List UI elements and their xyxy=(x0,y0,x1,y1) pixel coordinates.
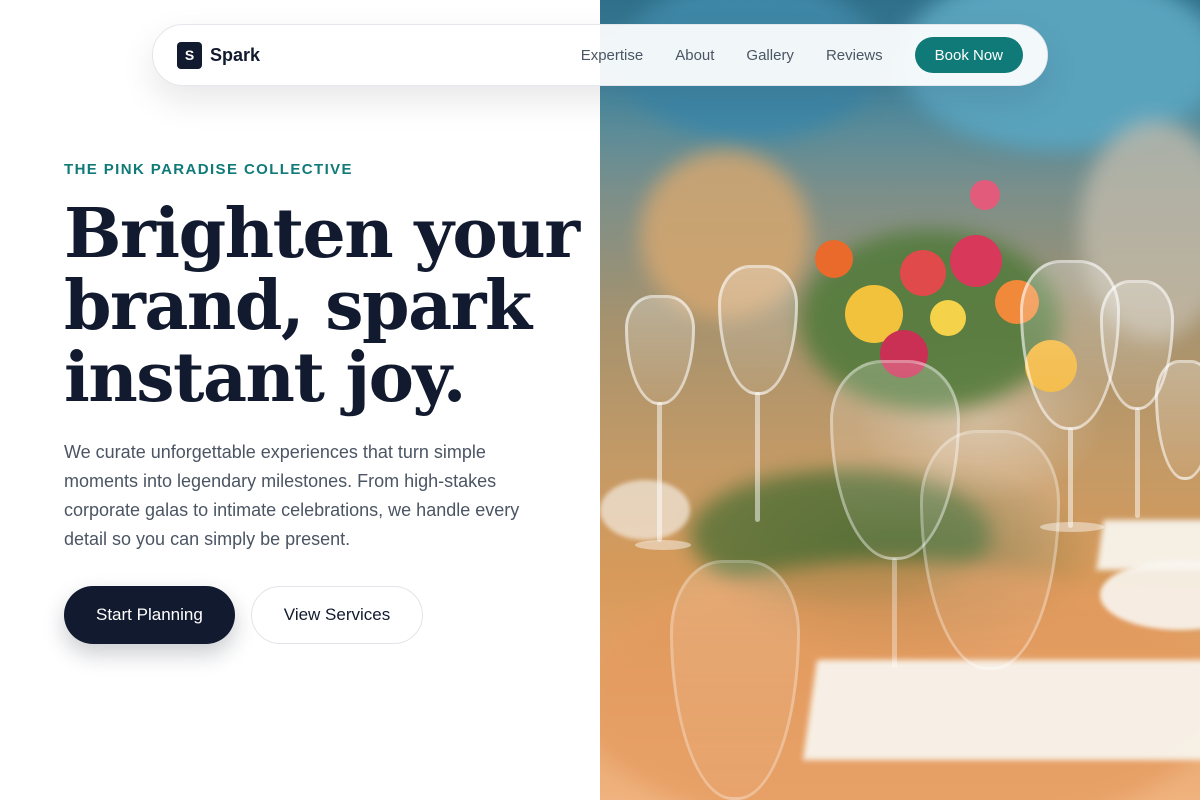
nav-link-reviews[interactable]: Reviews xyxy=(826,47,883,64)
start-planning-button[interactable]: Start Planning xyxy=(64,586,235,644)
hero-actions: Start Planning View Services xyxy=(64,586,424,644)
view-services-button[interactable]: View Services xyxy=(250,586,424,644)
hero-headline: Brighten your brand, spark instant joy. xyxy=(64,194,580,418)
brand-logo[interactable]: S Spark xyxy=(177,41,261,69)
brand-name: Spark xyxy=(210,44,261,65)
book-now-button[interactable]: Book Now xyxy=(914,37,1023,73)
hero-description: We curate unforgettable experiences that… xyxy=(64,442,520,549)
hero-eyebrow: THE PINK PARADISE COLLECTIVE xyxy=(64,161,353,178)
hero-photo xyxy=(600,0,1200,800)
site-header: S Spark Expertise About Gallery Reviews … xyxy=(152,24,1048,86)
nav-link-about[interactable]: About xyxy=(675,47,714,64)
nav-link-expertise[interactable]: Expertise xyxy=(581,47,644,64)
nav-link-gallery[interactable]: Gallery xyxy=(746,47,794,64)
primary-nav: Expertise About Gallery Reviews xyxy=(581,47,883,64)
brand-mark-icon: S xyxy=(177,41,202,69)
